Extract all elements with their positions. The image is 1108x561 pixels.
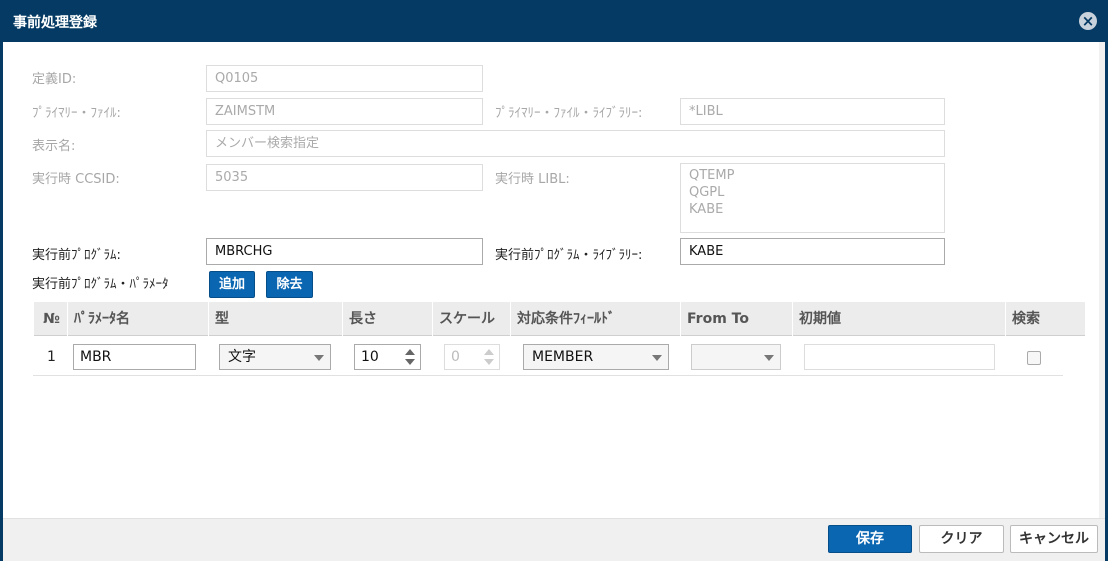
- pre-program-library-input[interactable]: KABE: [680, 238, 945, 265]
- type-select-value: 文字: [228, 349, 256, 365]
- runtime-libl-label: 実行時 LIBL:: [495, 172, 570, 187]
- dialog: 事前処理登録 × 定義ID: Q0105 ﾌﾟﾗｲﾏﾘｰ・ﾌｧｲﾙ: ZAIMS…: [0, 0, 1108, 561]
- primary-file-field: ZAIMSTM: [206, 98, 483, 125]
- scale-stepper: 0: [444, 344, 500, 370]
- runtime-libl-item: QGPL: [689, 185, 725, 200]
- col-condition-field: 対応条件ﾌｨｰﾙﾄﾞ: [510, 302, 680, 336]
- vertical-scrollbar[interactable]: [1099, 42, 1105, 518]
- pre-program-params-label: 実行前ﾌﾟﾛｸﾞﾗﾑ・ﾊﾟﾗﾒｰﾀ: [32, 277, 169, 292]
- close-icon[interactable]: ×: [1079, 12, 1097, 30]
- pre-program-library-label: 実行前ﾌﾟﾛｸﾞﾗﾑ・ﾗｲﾌﾞﾗﾘｰ:: [495, 248, 643, 263]
- search-checkbox[interactable]: [1027, 351, 1041, 365]
- definition-id-field: Q0105: [206, 65, 483, 92]
- cancel-button[interactable]: キャンセル: [1010, 525, 1098, 553]
- col-search: 検索: [1005, 302, 1085, 336]
- col-from-to: From To: [680, 302, 792, 336]
- scale-value: 0: [451, 349, 460, 365]
- display-name-field: メンバー検索指定: [206, 130, 945, 157]
- length-value: 10: [361, 349, 379, 365]
- dialog-body: 定義ID: Q0105 ﾌﾟﾗｲﾏﾘｰ・ﾌｧｲﾙ: ZAIMSTM ﾌﾟﾗｲﾏﾘ…: [3, 42, 1105, 518]
- col-type: 型: [208, 302, 342, 336]
- from-to-select[interactable]: [691, 344, 781, 370]
- dialog-footer: 保存 クリア キャンセル: [3, 518, 1105, 561]
- clear-button[interactable]: クリア: [919, 525, 1004, 553]
- runtime-libl-item: KABE: [689, 202, 724, 217]
- definition-id-label: 定義ID:: [32, 72, 77, 87]
- display-name-label: 表示名:: [32, 139, 76, 154]
- runtime-ccsid-label: 実行時 CCSID:: [32, 172, 120, 187]
- save-button[interactable]: 保存: [828, 525, 912, 553]
- col-no: №: [33, 302, 67, 336]
- condition-field-value: MEMBER: [532, 349, 594, 365]
- type-select[interactable]: 文字: [219, 344, 331, 370]
- param-name-input[interactable]: MBR: [73, 344, 196, 370]
- primary-file-library-label: ﾌﾟﾗｲﾏﾘｰ・ﾌｧｲﾙ・ﾗｲﾌﾞﾗﾘｰ:: [495, 106, 643, 121]
- row-number: 1: [47, 349, 56, 365]
- condition-field-select[interactable]: MEMBER: [523, 344, 669, 370]
- chevron-down-icon: [652, 355, 662, 361]
- col-length: 長さ: [342, 302, 432, 336]
- chevron-down-icon: [314, 355, 324, 361]
- runtime-libl-list: QTEMP QGPL KABE: [680, 163, 945, 233]
- table-row: 1 MBR 文字 10 0 MEMBER: [33, 336, 1063, 376]
- dialog-title: 事前処理登録: [13, 15, 97, 31]
- spinner-arrows-icon[interactable]: [405, 349, 415, 365]
- col-param-name: ﾊﾟﾗﾒｰﾀ名: [67, 302, 208, 336]
- runtime-ccsid-field: 5035: [206, 164, 483, 191]
- col-scale: スケール: [432, 302, 510, 336]
- spinner-arrows-icon: [484, 349, 494, 365]
- add-button[interactable]: 追加: [209, 271, 255, 298]
- remove-button[interactable]: 除去: [266, 271, 313, 298]
- col-initial-value: 初期値: [792, 302, 1005, 336]
- length-stepper[interactable]: 10: [354, 344, 421, 370]
- pre-program-label: 実行前ﾌﾟﾛｸﾞﾗﾑ:: [32, 248, 121, 263]
- primary-file-library-field: *LIBL: [680, 98, 945, 125]
- param-table-header: № ﾊﾟﾗﾒｰﾀ名 型 長さ スケール 対応条件ﾌｨｰﾙﾄﾞ From To 初…: [33, 302, 1085, 336]
- chevron-down-icon: [764, 355, 774, 361]
- primary-file-label: ﾌﾟﾗｲﾏﾘｰ・ﾌｧｲﾙ:: [32, 106, 121, 121]
- runtime-libl-item: QTEMP: [689, 168, 735, 183]
- initial-value-input[interactable]: [804, 344, 995, 370]
- dialog-titlebar: 事前処理登録 ×: [3, 0, 1105, 42]
- pre-program-input[interactable]: MBRCHG: [206, 238, 483, 265]
